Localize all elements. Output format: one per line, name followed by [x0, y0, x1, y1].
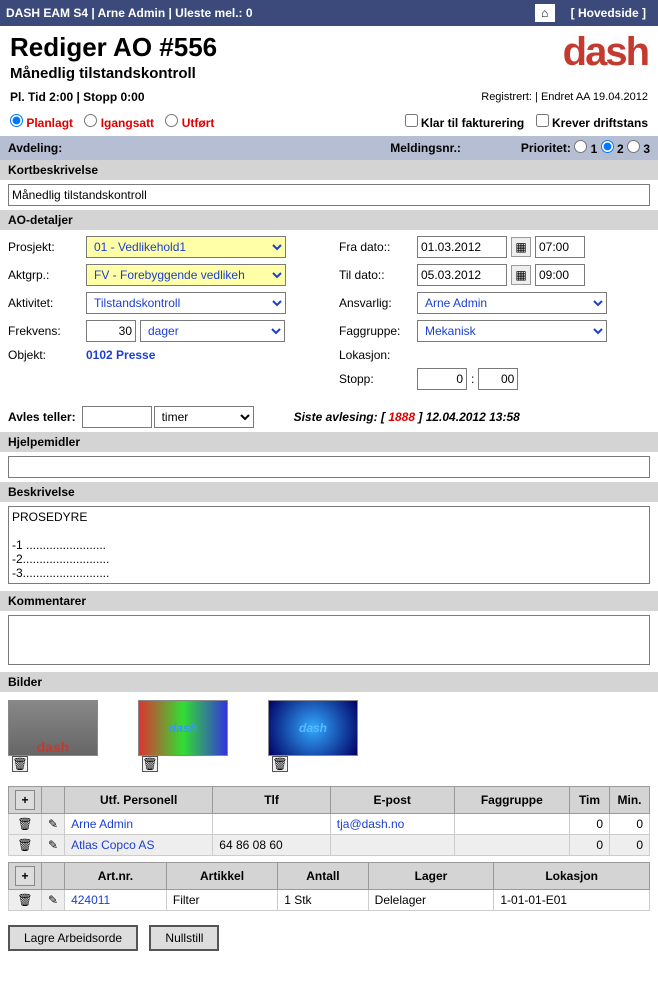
avles-unit-select[interactable]: timer	[154, 406, 254, 428]
trash-icon[interactable]: 🗑	[9, 835, 42, 856]
page-subtitle: Månedlig tilstandskontroll	[10, 65, 563, 82]
status-igangsatt[interactable]: Igangsatt	[84, 116, 154, 130]
lokasjon-label: Lokasjon:	[339, 348, 417, 362]
beskrivelse-textarea[interactable]: PROSEDYRE -1 ........................ -2…	[8, 506, 650, 584]
edit-icon[interactable]: ✎	[42, 835, 65, 856]
edit-icon[interactable]: ✎	[42, 814, 65, 835]
col-artnr: Art.nr.	[65, 863, 167, 890]
avdeling-label: Avdeling:	[8, 141, 62, 155]
image-thumbnail[interactable]: dash	[268, 700, 358, 756]
table-row: 🗑 ✎ 424011 Filter 1 Stk Delelager 1-01-0…	[9, 890, 650, 911]
frekvens-label: Frekvens:	[8, 324, 86, 338]
hjelpemidler-input[interactable]	[8, 456, 650, 478]
fra-tid-input[interactable]	[535, 236, 585, 258]
col-antall: Antall	[278, 863, 368, 890]
person-email[interactable]: tja@dash.no	[330, 814, 454, 835]
image-thumbnail[interactable]: dash	[138, 700, 228, 756]
siste-avlesing: Siste avlesing: [ 1888 ] 12.04.2012 13:5…	[294, 410, 520, 424]
col-faggruppe: Faggruppe	[454, 787, 569, 814]
trash-icon[interactable]: 🗑	[12, 756, 28, 772]
stopp-m-input[interactable]	[478, 368, 518, 390]
objekt-link[interactable]: 0102 Presse	[86, 348, 155, 362]
prioritet-label: Prioritet:	[521, 141, 571, 155]
fra-dato-input[interactable]	[417, 236, 507, 258]
calendar-icon[interactable]: ▦	[511, 237, 531, 257]
stopp-h-input[interactable]	[417, 368, 467, 390]
col-min: Min.	[610, 787, 650, 814]
aktivitet-select[interactable]: Tilstandskontroll	[86, 292, 286, 314]
kortbeskrivelse-header: Kortbeskrivelse	[0, 160, 658, 180]
kommentarer-textarea[interactable]	[8, 615, 650, 665]
stopp-label: Stopp:	[339, 372, 417, 386]
faggruppe-label: Faggruppe:	[339, 324, 417, 338]
artnr-link[interactable]: 424011	[65, 890, 167, 911]
col-artikkel: Artikkel	[166, 863, 277, 890]
lagre-button[interactable]: Lagre Arbeidsorde	[8, 925, 138, 951]
table-row: 🗑 ✎ Arne Admin tja@dash.no 0 0	[9, 814, 650, 835]
fra-dato-label: Fra dato::	[339, 240, 417, 254]
avles-teller-label: Avles teller:	[8, 410, 76, 424]
time-info: Pl. Tid 2:00 | Stopp 0:00	[10, 90, 145, 104]
beskrivelse-header: Beskrivelse	[0, 482, 658, 502]
prosjekt-label: Prosjekt:	[8, 240, 86, 254]
avles-teller-input[interactable]	[82, 406, 152, 428]
page-title: Rediger AO #556	[10, 32, 563, 63]
calendar-icon[interactable]: ▦	[511, 265, 531, 285]
pri-3[interactable]: 3	[627, 140, 650, 156]
aktgrp-label: Aktgrp.:	[8, 268, 86, 282]
personell-table: + Utf. Personell Tlf E-post Faggruppe Ti…	[8, 786, 650, 856]
trash-icon[interactable]: 🗑	[9, 890, 42, 911]
artikkel-table: + Art.nr. Artikkel Antall Lager Lokasjon…	[8, 862, 650, 911]
stopp-sep: :	[471, 372, 474, 386]
kommentarer-header: Kommentarer	[0, 591, 658, 611]
frekvens-input[interactable]	[86, 320, 136, 342]
ansvarlig-label: Ansvarlig:	[339, 296, 417, 310]
til-dato-label: Til dato::	[339, 268, 417, 282]
person-name[interactable]: Arne Admin	[65, 814, 213, 835]
ansvarlig-select[interactable]: Arne Admin	[417, 292, 607, 314]
kortbeskrivelse-input[interactable]	[8, 184, 650, 206]
pri-1[interactable]: 1	[574, 140, 597, 156]
status-planlagt[interactable]: Planlagt	[10, 116, 73, 130]
add-row-button[interactable]: +	[15, 790, 35, 810]
col-lokasjon: Lokasjon	[494, 863, 650, 890]
objekt-label: Objekt:	[8, 348, 86, 362]
status-utfort[interactable]: Utført	[165, 116, 214, 130]
col-tim: Tim	[570, 787, 610, 814]
edit-icon[interactable]: ✎	[42, 890, 65, 911]
til-tid-input[interactable]	[535, 264, 585, 286]
frekvens-unit-select[interactable]: dager	[140, 320, 285, 342]
bilder-header: Bilder	[0, 672, 658, 692]
aktivitet-label: Aktivitet:	[8, 296, 86, 310]
table-row: 🗑 ✎ Atlas Copco AS 64 86 08 60 0 0	[9, 835, 650, 856]
col-epost: E-post	[330, 787, 454, 814]
col-utf: Utf. Personell	[65, 787, 213, 814]
check-klar[interactable]: Klar til fakturering	[405, 116, 525, 130]
image-thumbnail[interactable]: dash	[8, 700, 98, 756]
col-tlf: Tlf	[213, 787, 330, 814]
pri-2[interactable]: 2	[601, 140, 624, 156]
faggruppe-select[interactable]: Mekanisk	[417, 320, 607, 342]
trash-icon[interactable]: 🗑	[142, 756, 158, 772]
hjelpemidler-header: Hjelpemidler	[0, 432, 658, 452]
check-krever[interactable]: Krever driftstans	[536, 116, 648, 130]
col-lager: Lager	[368, 863, 494, 890]
aktgrp-select[interactable]: FV - Forebyggende vedlikeh	[86, 264, 286, 286]
nullstill-button[interactable]: Nullstill	[149, 925, 219, 951]
audit-info: Registrert: | Endret AA 19.04.2012	[481, 91, 648, 103]
til-dato-input[interactable]	[417, 264, 507, 286]
logo: dash	[563, 32, 648, 72]
person-name[interactable]: Atlas Copco AS	[65, 835, 213, 856]
add-row-button[interactable]: +	[15, 866, 35, 886]
topbar-title: DASH EAM S4 | Arne Admin | Uleste mel.: …	[6, 6, 253, 20]
meldingsnr-label: Meldingsnr.:	[390, 141, 461, 155]
home-icon[interactable]: ⌂	[535, 4, 555, 22]
hovedside-link[interactable]: [ Hovedside ]	[565, 4, 652, 22]
trash-icon[interactable]: 🗑	[272, 756, 288, 772]
prosjekt-select[interactable]: 01 - Vedlikehold1	[86, 236, 286, 258]
ao-detaljer-header: AO-detaljer	[0, 210, 658, 230]
trash-icon[interactable]: 🗑	[9, 814, 42, 835]
